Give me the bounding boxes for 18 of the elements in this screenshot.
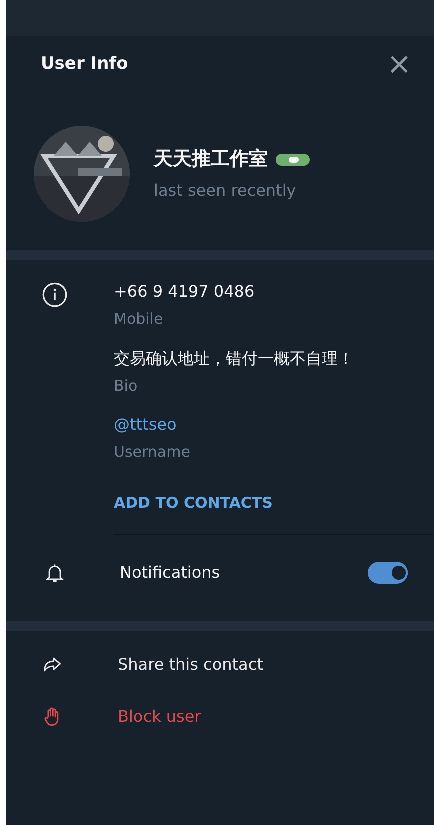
info-label: Bio — [114, 376, 139, 396]
phone-number: +66 9 4197 0486 — [114, 281, 256, 303]
status-pill-icon — [276, 154, 310, 166]
bell-icon — [44, 562, 66, 584]
notifications-toggle[interactable] — [368, 562, 408, 584]
panel-title: User Info — [41, 53, 128, 76]
share-contact-item[interactable]: Share this contact — [6, 639, 434, 691]
info-icon — [42, 282, 68, 308]
bio-text: 交易确认地址，错付一概不自理！ — [114, 348, 354, 370]
close-button[interactable]: × — [386, 50, 412, 80]
add-to-contacts-link[interactable]: ADD TO CONTACTS — [114, 492, 273, 514]
contact-name: 天天推工作室 — [154, 147, 268, 172]
username-link[interactable]: @tttseo — [114, 413, 354, 437]
notifications-label: Notifications — [120, 562, 220, 584]
block-user-item[interactable]: Block user — [6, 691, 434, 743]
info-label: Username — [114, 442, 192, 463]
last-seen-status: last seen recently — [154, 180, 298, 202]
info-label: Mobile — [114, 309, 164, 330]
